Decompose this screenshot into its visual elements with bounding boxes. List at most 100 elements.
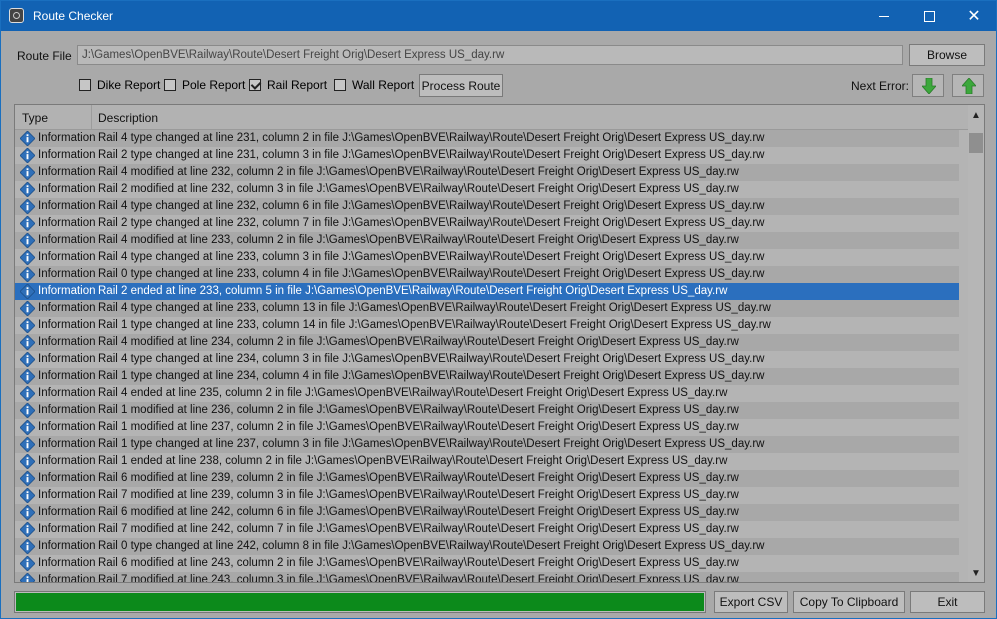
column-separator[interactable] xyxy=(91,105,92,129)
row-description: Rail 1 type changed at line 237, column … xyxy=(98,438,765,450)
scroll-up-icon[interactable]: ▲ xyxy=(968,107,984,123)
list-item[interactable]: Information Rail 6 modified at line 243, … xyxy=(15,555,959,572)
list-item[interactable]: Information Rail 4 type changed at line 2… xyxy=(15,130,959,147)
row-type: Information xyxy=(38,472,96,484)
dike-report-label: Dike Report xyxy=(97,78,161,92)
list-item[interactable]: Information Rail 1 modified at line 237, … xyxy=(15,419,959,436)
export-csv-button[interactable]: Export CSV xyxy=(714,591,788,613)
exit-button[interactable]: Exit xyxy=(910,591,985,613)
information-icon xyxy=(20,284,35,299)
row-type: Information xyxy=(38,166,96,178)
list-item[interactable]: Information Rail 2 type changed at line 2… xyxy=(15,147,959,164)
browse-button[interactable]: Browse xyxy=(909,44,985,66)
app-icon xyxy=(9,8,24,23)
information-icon xyxy=(20,352,35,367)
list-item[interactable]: Information Rail 4 type changed at line 2… xyxy=(15,300,959,317)
minimize-button[interactable] xyxy=(861,1,907,31)
pole-report-checkbox[interactable]: Pole Report xyxy=(164,78,245,92)
route-file-label: Route File xyxy=(17,49,72,63)
row-description: Rail 7 modified at line 242, column 7 in… xyxy=(98,523,739,535)
row-description: Rail 2 type changed at line 232, column … xyxy=(98,217,765,229)
information-icon xyxy=(20,301,35,316)
information-icon xyxy=(20,488,35,503)
list-item[interactable]: Information Rail 2 ended at line 233, col… xyxy=(15,283,959,300)
list-item[interactable]: Information Rail 1 type changed at line 2… xyxy=(15,317,959,334)
list-item[interactable]: Information Rail 4 type changed at line 2… xyxy=(15,351,959,368)
list-item[interactable]: Information Rail 7 modified at line 243, … xyxy=(15,572,959,583)
information-icon xyxy=(20,233,35,248)
scroll-down-icon[interactable]: ▼ xyxy=(968,565,984,581)
list-item[interactable]: Information Rail 7 modified at line 239, … xyxy=(15,487,959,504)
row-description: Rail 6 modified at line 239, column 2 in… xyxy=(98,472,739,484)
row-description: Rail 4 modified at line 232, column 2 in… xyxy=(98,166,739,178)
list-item[interactable]: Information Rail 4 type changed at line 2… xyxy=(15,198,959,215)
row-type: Information xyxy=(38,421,96,433)
wall-report-box[interactable] xyxy=(334,79,346,91)
row-type: Information xyxy=(38,523,96,535)
row-description: Rail 6 modified at line 243, column 2 in… xyxy=(98,557,739,569)
list-item[interactable]: Information Rail 4 modified at line 234, … xyxy=(15,334,959,351)
dike-report-box[interactable] xyxy=(79,79,91,91)
information-icon xyxy=(20,505,35,520)
row-description: Rail 1 type changed at line 234, column … xyxy=(98,370,765,382)
list-item[interactable]: Information Rail 2 type changed at line 2… xyxy=(15,215,959,232)
minimize-icon xyxy=(879,15,889,17)
route-file-field[interactable]: J:\Games\OpenBVE\Railway\Route\Desert Fr… xyxy=(77,45,903,65)
list-item[interactable]: Information Rail 1 type changed at line 2… xyxy=(15,368,959,385)
row-description: Rail 4 type changed at line 234, column … xyxy=(98,353,765,365)
information-icon xyxy=(20,182,35,197)
close-button[interactable]: ✕ xyxy=(951,1,997,31)
row-description: Rail 4 modified at line 234, column 2 in… xyxy=(98,336,739,348)
list-item[interactable]: Information Rail 2 modified at line 232, … xyxy=(15,181,959,198)
dike-report-checkbox[interactable]: Dike Report xyxy=(79,78,160,92)
rail-report-box[interactable] xyxy=(249,79,261,91)
list-item[interactable]: Information Rail 7 modified at line 242, … xyxy=(15,521,959,538)
list-item[interactable]: Information Rail 0 type changed at line 2… xyxy=(15,266,959,283)
window-title: Route Checker xyxy=(33,9,114,23)
list-item[interactable]: Information Rail 1 modified at line 236, … xyxy=(15,402,959,419)
list-item[interactable]: Information Rail 0 type changed at line 2… xyxy=(15,538,959,555)
list-item[interactable]: Information Rail 6 modified at line 239, … xyxy=(15,470,959,487)
information-icon xyxy=(20,335,35,350)
scroll-thumb[interactable] xyxy=(969,133,983,153)
list-item[interactable]: Information Rail 6 modified at line 242, … xyxy=(15,504,959,521)
results-list[interactable]: Type Description Information Rail 4 type … xyxy=(14,104,985,583)
row-type: Information xyxy=(38,557,96,569)
list-item[interactable]: Information Rail 4 modified at line 232, … xyxy=(15,164,959,181)
copy-to-clipboard-button[interactable]: Copy To Clipboard xyxy=(793,591,905,613)
wall-report-checkbox[interactable]: Wall Report xyxy=(334,78,414,92)
row-type: Information xyxy=(38,217,96,229)
row-type: Information xyxy=(38,353,96,365)
row-description: Rail 4 modified at line 233, column 2 in… xyxy=(98,234,739,246)
row-type: Information xyxy=(38,268,96,280)
row-type: Information xyxy=(38,149,96,161)
column-header-description[interactable]: Description xyxy=(98,111,158,125)
list-item[interactable]: Information Rail 4 modified at line 233, … xyxy=(15,232,959,249)
information-icon xyxy=(20,471,35,486)
list-item[interactable]: Information Rail 4 ended at line 235, col… xyxy=(15,385,959,402)
next-error-up-button[interactable] xyxy=(952,74,984,97)
maximize-button[interactable] xyxy=(906,1,952,31)
information-icon xyxy=(20,539,35,554)
row-description: Rail 7 modified at line 243, column 3 in… xyxy=(98,574,739,583)
progress-bar xyxy=(14,591,706,613)
progress-fill xyxy=(16,593,704,611)
vertical-scrollbar[interactable]: ▲ ▼ xyxy=(968,105,984,582)
row-description: Rail 2 modified at line 232, column 3 in… xyxy=(98,183,739,195)
information-icon xyxy=(20,420,35,435)
pole-report-box[interactable] xyxy=(164,79,176,91)
list-item[interactable]: Information Rail 4 type changed at line 2… xyxy=(15,249,959,266)
column-header-type[interactable]: Type xyxy=(22,111,48,125)
next-error-down-button[interactable] xyxy=(912,74,944,97)
information-icon xyxy=(20,437,35,452)
row-type: Information xyxy=(38,387,96,399)
information-icon xyxy=(20,386,35,401)
row-type: Information xyxy=(38,302,96,314)
list-item[interactable]: Information Rail 1 ended at line 238, col… xyxy=(15,453,959,470)
list-header: Type Description xyxy=(15,105,968,130)
list-item[interactable]: Information Rail 1 type changed at line 2… xyxy=(15,436,959,453)
process-route-button[interactable]: Process Route xyxy=(419,74,503,97)
rail-report-checkbox[interactable]: Rail Report xyxy=(249,78,327,92)
row-description: Rail 4 type changed at line 233, column … xyxy=(98,302,771,314)
information-icon xyxy=(20,267,35,282)
